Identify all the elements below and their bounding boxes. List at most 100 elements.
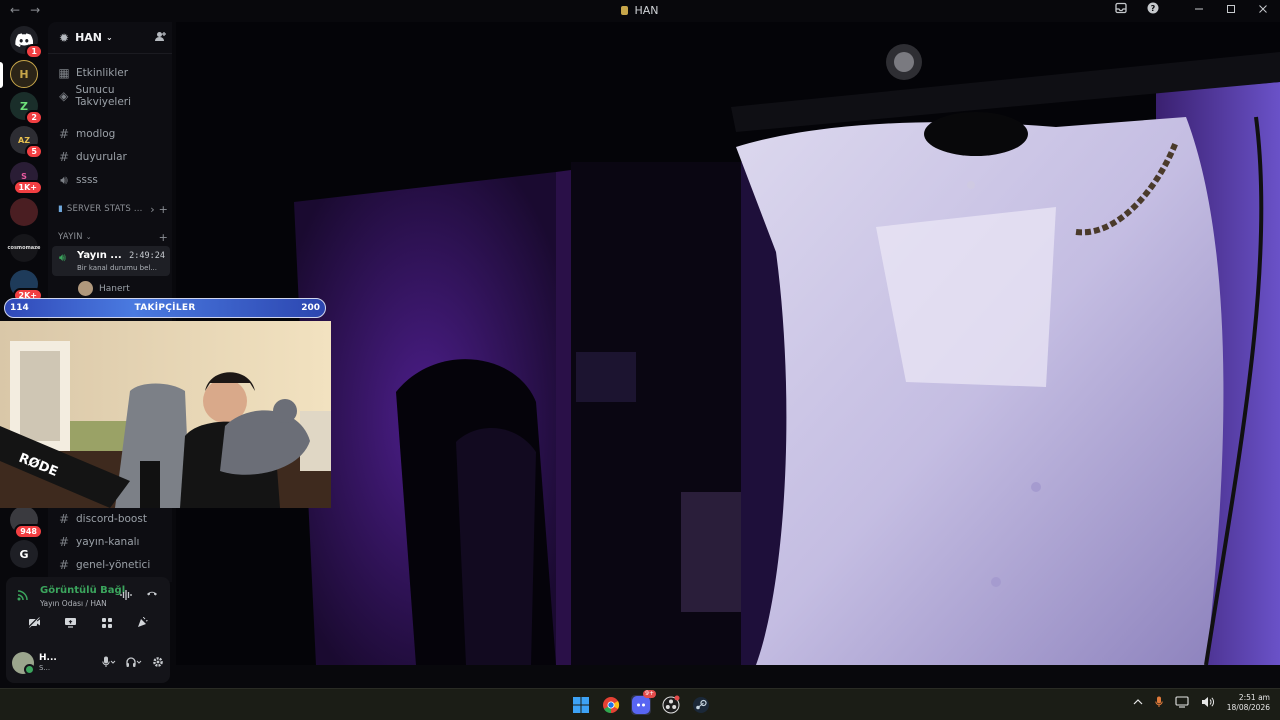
- calendar-icon: ▦: [58, 66, 70, 80]
- server-badge: 948: [14, 524, 43, 539]
- disconnect-icon[interactable]: [146, 587, 158, 602]
- webcam-overlay: RØDE: [0, 321, 331, 508]
- speaker-icon: 🔊︎: [59, 251, 66, 264]
- activities-icon[interactable]: [101, 617, 113, 632]
- server-s-icon[interactable]: S 1K+: [10, 162, 43, 195]
- channel-genel-yonetici[interactable]: # genel-yönetici: [56, 555, 170, 575]
- hash-icon: #: [58, 127, 70, 141]
- hash-icon: #: [58, 512, 70, 526]
- boost-gem-icon: ◈: [59, 89, 69, 103]
- channel-duyurular[interactable]: # duyurular: [56, 147, 170, 167]
- server-948-icon[interactable]: 948: [10, 506, 43, 539]
- voice-connection-panel: Görüntülü Bağl Yayın Odası / HAN H... S..…: [6, 577, 170, 683]
- steam-icon[interactable]: [691, 695, 711, 715]
- soundboard-icon[interactable]: [136, 616, 148, 632]
- channel-ssss[interactable]: 🔊︎ ssss: [56, 170, 170, 190]
- clock-time: 2:51 am: [1238, 693, 1270, 702]
- server-badge: 5: [25, 144, 43, 159]
- clock-date: 18/08/2026: [1226, 703, 1270, 712]
- server-red-icon[interactable]: [10, 198, 38, 226]
- channel-label: yayın-kanalı: [76, 536, 140, 548]
- server-gear-icon: ✹: [59, 30, 70, 45]
- user-controls: [102, 656, 164, 671]
- events-link[interactable]: ▦ Etkinlikler: [56, 63, 170, 83]
- stream-video[interactable]: [176, 22, 1280, 665]
- user-name: H...: [39, 653, 57, 663]
- add-channel-icon[interactable]: +: [159, 231, 168, 244]
- discord-unread-badge: 9+: [643, 690, 656, 698]
- signal-icon[interactable]: [17, 589, 29, 604]
- server-header[interactable]: ✹ HAN ⌄: [48, 22, 172, 54]
- server-icon: [621, 6, 629, 15]
- title-bar: ← → HAN ?: [0, 0, 1280, 22]
- channel-discord-boost[interactable]: # discord-boost: [56, 509, 170, 529]
- settings-gear-icon[interactable]: [152, 656, 164, 671]
- close-icon[interactable]: [1254, 3, 1272, 17]
- discord-home-button[interactable]: 1: [10, 26, 43, 59]
- window-controls: ?: [1112, 2, 1272, 17]
- boosts-label: Sunucu Takviyeleri: [75, 84, 132, 108]
- noise-suppression-icon[interactable]: [120, 589, 132, 604]
- boosts-link[interactable]: ◈ Sunucu Takviyeleri: [56, 84, 170, 108]
- live-channel-name: Yayın ...: [77, 250, 122, 261]
- server-z-icon[interactable]: Z2: [10, 92, 43, 125]
- user-info[interactable]: H... S...: [39, 653, 57, 673]
- clock[interactable]: 2:51 am 18/08/2026: [1227, 693, 1270, 713]
- user-avatar[interactable]: [12, 652, 35, 675]
- speaker-icon: 🔊︎: [60, 172, 68, 187]
- voice-status: Görüntülü Bağl: [40, 585, 126, 596]
- category-label: SERVER STATS ...: [66, 204, 143, 214]
- server-cat-icon[interactable]: 2K+: [10, 270, 43, 303]
- category-server-stats[interactable]: ▮ SERVER STATS ... › +: [58, 203, 168, 216]
- server-cosmos-icon[interactable]: cosmomaze: [8, 234, 40, 262]
- voice-member[interactable]: Hanert: [78, 281, 130, 296]
- category-yayin[interactable]: YAYIN ⌄ +: [58, 231, 168, 244]
- user-status: S...: [39, 664, 51, 672]
- volume-icon[interactable]: [1201, 696, 1215, 711]
- network-icon[interactable]: [1175, 695, 1189, 711]
- invite-user-icon[interactable]: [155, 31, 166, 45]
- avatar: [78, 281, 93, 296]
- channel-label: modlog: [76, 128, 116, 140]
- server-han-icon[interactable]: H: [10, 60, 38, 88]
- chrome-icon[interactable]: [601, 695, 621, 715]
- channel-yayin-kanali[interactable]: # yayın-kanalı: [56, 532, 170, 552]
- headphones-icon[interactable]: [126, 656, 142, 671]
- inbox-icon[interactable]: [1112, 2, 1130, 17]
- live-voice-channel[interactable]: 🔊︎ Yayın ... 2:49:24 Bir kanal durumu be…: [52, 246, 170, 276]
- stream-frame: [176, 22, 1280, 665]
- member-name: Hanert: [99, 283, 130, 294]
- channel-label: duyurular: [76, 151, 127, 163]
- chevron-down-icon: ⌄: [85, 233, 92, 241]
- microphone-tray-icon[interactable]: [1155, 696, 1163, 711]
- microphone-icon[interactable]: [102, 656, 116, 671]
- svg-text:?: ?: [1151, 4, 1156, 13]
- live-channel-status: Bir kanal durumu bel...: [77, 264, 158, 272]
- server-badge: 1K+: [12, 180, 43, 195]
- hash-icon: #: [58, 150, 70, 164]
- windows-start-icon[interactable]: [571, 695, 591, 715]
- discord-taskbar-icon[interactable]: 9+: [631, 690, 656, 715]
- help-icon[interactable]: ?: [1144, 2, 1162, 17]
- server-az-icon[interactable]: AZ 5: [10, 126, 43, 159]
- server-g-icon[interactable]: G: [10, 540, 38, 568]
- maximize-icon[interactable]: [1222, 3, 1240, 17]
- minimize-icon[interactable]: [1190, 3, 1208, 17]
- camera-off-icon[interactable]: [28, 616, 41, 632]
- live-channel-timer: 2:49:24: [129, 251, 165, 261]
- server-name: HAN: [75, 31, 102, 44]
- follower-goal-bar: 114 TAKİPÇİLER 200: [4, 298, 326, 318]
- add-channel-icon[interactable]: › +: [150, 203, 168, 216]
- tray-overflow-icon[interactable]: [1133, 698, 1143, 709]
- channel-modlog[interactable]: # modlog: [56, 124, 170, 144]
- user-panel: H... S...: [12, 649, 164, 677]
- voice-room[interactable]: Yayın Odası / HAN: [40, 599, 107, 608]
- category-label: YAYIN: [58, 232, 83, 242]
- window-title-text: HAN: [634, 4, 659, 17]
- discord-window: ← → HAN ? 1 H Z 2 AZ 5 S 1K+ cosmomaze 2…: [0, 0, 1280, 688]
- screen-share-icon[interactable]: [64, 617, 77, 632]
- obs-icon[interactable]: [661, 695, 681, 715]
- chart-icon: ▮: [58, 204, 63, 214]
- hash-icon: #: [58, 558, 70, 572]
- chevron-down-icon: ⌄: [106, 33, 113, 42]
